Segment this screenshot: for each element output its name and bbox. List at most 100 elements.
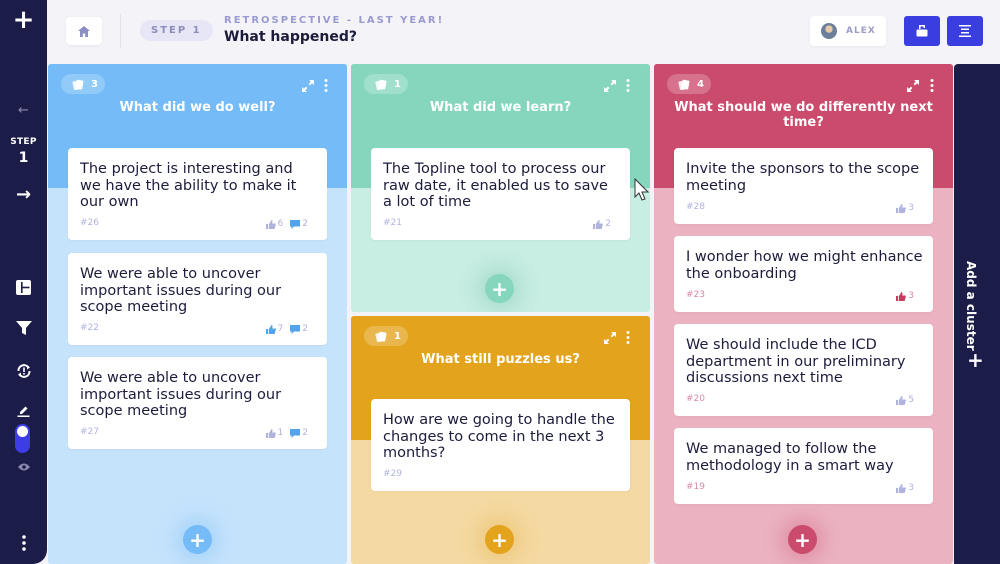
- like-count: 6: [277, 219, 284, 229]
- comment-icon: [290, 219, 301, 229]
- expand-icon: [907, 80, 919, 92]
- like-count: 3: [908, 203, 914, 213]
- like-button[interactable]: 3: [896, 291, 914, 301]
- card-count: 3: [91, 78, 98, 90]
- header: STEP 1 RETROSPECTIVE - LAST YEAR! What h…: [47, 0, 1000, 64]
- add-button[interactable]: +: [0, 5, 47, 35]
- column-menu-button[interactable]: [930, 77, 934, 96]
- like-button[interactable]: 5: [896, 395, 914, 405]
- more-vertical-icon: [324, 79, 328, 92]
- add-card-button[interactable]: +: [485, 525, 514, 554]
- edit-mode-toggle[interactable]: [15, 424, 30, 453]
- column-title: What should we do differently next time?: [674, 100, 933, 130]
- comments-button[interactable]: 2: [290, 219, 308, 229]
- like-button[interactable]: 2: [593, 219, 611, 229]
- home-button[interactable]: [66, 17, 102, 45]
- like-button[interactable]: 7: [265, 324, 284, 334]
- thumbs-up-icon: [265, 324, 276, 334]
- next-step-button[interactable]: →: [0, 183, 47, 205]
- step-label: STEP: [10, 137, 37, 147]
- more-vertical-icon: [930, 79, 934, 92]
- add-card-button[interactable]: +: [485, 274, 514, 303]
- idea-card[interactable]: The Topline tool to process our raw date…: [371, 148, 630, 240]
- cards-icon: [375, 79, 387, 90]
- thumbs-up-icon: [265, 428, 276, 438]
- filter-button[interactable]: [0, 317, 47, 339]
- card-text: We were able to uncover important issues…: [80, 266, 282, 315]
- idea-card[interactable]: I wonder how we might enhance the onboar…: [674, 236, 933, 312]
- card-id: #26: [80, 218, 99, 228]
- column-what-should-we-do-differently: 4 What should we do differently next tim…: [654, 64, 953, 564]
- edit-icon: [17, 406, 30, 417]
- mouse-cursor-icon: [634, 178, 650, 201]
- open-button[interactable]: [904, 16, 940, 46]
- like-button[interactable]: 3: [896, 203, 914, 213]
- toggle-knob: [17, 426, 28, 437]
- expand-button[interactable]: [907, 77, 919, 96]
- expand-button[interactable]: [604, 77, 616, 96]
- column-menu-button[interactable]: [324, 77, 328, 96]
- idea-card[interactable]: How are we going to handle the changes t…: [371, 399, 630, 491]
- like-count: 3: [908, 483, 914, 493]
- idea-card[interactable]: We were able to uncover important issues…: [68, 253, 327, 345]
- idea-card[interactable]: Invite the sponsors to the scope meeting…: [674, 148, 933, 224]
- idea-card[interactable]: We managed to follow the methodology in …: [674, 428, 933, 504]
- card-text: We managed to follow the methodology in …: [686, 441, 894, 474]
- like-count: 1: [277, 428, 284, 438]
- add-cluster-label: Add a cluster: [964, 261, 978, 351]
- like-count: 7: [277, 324, 284, 334]
- add-card-button[interactable]: +: [788, 525, 817, 554]
- visibility-button[interactable]: [0, 458, 47, 476]
- sync-alert-icon: [17, 364, 30, 378]
- like-button[interactable]: 6: [265, 219, 284, 229]
- comments-button[interactable]: 2: [290, 324, 308, 334]
- card-text: We should include the ICD department in …: [686, 337, 906, 386]
- plus-icon: +: [189, 527, 206, 552]
- sync-button[interactable]: [0, 360, 47, 382]
- card-count-badge: 1: [364, 326, 408, 346]
- card-text: The project is interesting and we have t…: [80, 161, 297, 210]
- card-id: #20: [686, 394, 705, 404]
- expand-button[interactable]: [302, 77, 314, 96]
- plus-icon: +: [967, 348, 984, 372]
- add-cluster-button[interactable]: Add a cluster +: [954, 64, 1000, 564]
- left-rail: + ← STEP 1 →: [0, 0, 47, 564]
- thumbs-up-icon: [896, 291, 907, 301]
- expand-icon: [604, 332, 616, 344]
- column-title: What did we do well?: [119, 100, 276, 115]
- add-card-button[interactable]: +: [183, 525, 212, 554]
- like-count: 3: [908, 291, 914, 301]
- more-options-button[interactable]: [0, 530, 47, 556]
- card-count-badge: 1: [364, 74, 408, 94]
- column-menu-button[interactable]: [626, 329, 630, 348]
- user-chip[interactable]: ALEX: [810, 16, 886, 46]
- more-vertical-icon: [626, 79, 630, 92]
- idea-card[interactable]: The project is interesting and we have t…: [68, 148, 327, 240]
- arrow-right-icon: →: [15, 183, 32, 205]
- edit-mode-button[interactable]: [0, 400, 47, 420]
- expand-button[interactable]: [604, 329, 616, 348]
- previous-step-button[interactable]: ←: [0, 100, 47, 120]
- like-button[interactable]: 1: [265, 428, 284, 438]
- board-layout-button[interactable]: [0, 277, 47, 297]
- more-vertical-icon: [21, 535, 26, 551]
- page-title: What happened?: [224, 29, 357, 45]
- comments-button[interactable]: 2: [290, 428, 308, 438]
- menu-button[interactable]: [947, 16, 983, 46]
- thumbs-up-icon: [593, 219, 604, 229]
- column-what-did-we-do-well: 3 What did we do well? The project is in…: [48, 64, 347, 564]
- column-title: What still puzzles us?: [421, 352, 580, 367]
- thumbs-up-icon: [896, 395, 907, 405]
- eye-icon: [17, 463, 30, 471]
- column-menu-button[interactable]: [626, 77, 630, 96]
- idea-card[interactable]: We should include the ICD department in …: [674, 324, 933, 416]
- card-count-badge: 3: [61, 74, 105, 94]
- column-what-did-we-learn: 1 What did we learn? The Topline tool to…: [351, 64, 650, 312]
- like-button[interactable]: 3: [896, 483, 914, 493]
- card-id: #28: [686, 202, 705, 212]
- plus-icon: +: [794, 527, 811, 552]
- more-vertical-icon: [626, 331, 630, 344]
- card-count: 1: [394, 78, 401, 90]
- thumbs-up-icon: [265, 219, 276, 229]
- idea-card[interactable]: We were able to uncover important issues…: [68, 357, 327, 449]
